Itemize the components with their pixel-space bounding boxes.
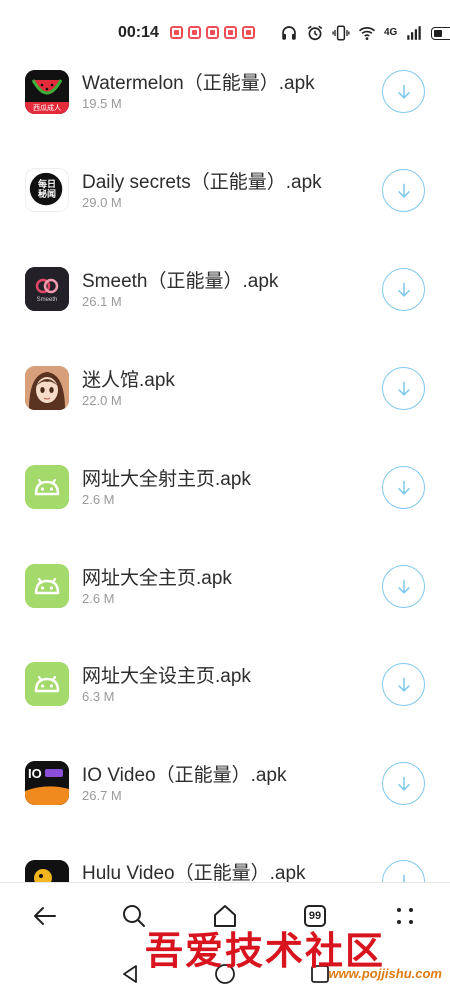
notification-icons — [170, 26, 255, 39]
network-type-label: 4G — [384, 27, 398, 38]
apk-size: 22.0 M — [82, 393, 122, 408]
vibrate-icon — [332, 24, 350, 42]
signal-icon — [405, 24, 423, 42]
android-icon — [25, 662, 69, 706]
nav-back-icon[interactable] — [118, 962, 142, 986]
notification-icon — [206, 26, 219, 39]
list-item[interactable]: 网址大全设主页.apk 6.3 M — [0, 656, 450, 754]
apk-size: 26.7 M — [82, 788, 122, 803]
watermark: 吾爱技术社区 www.pojjishu.com — [145, 920, 450, 990]
list-item[interactable]: Smeeth Smeeth（正能量）.apk 26.1 M — [0, 260, 450, 358]
list-item[interactable]: 每日 秘闻 Daily secrets（正能量）.apk 29.0 M — [0, 162, 450, 260]
apk-name: 迷人馆.apk — [82, 370, 175, 391]
battery-icon — [431, 27, 450, 40]
download-arrow-icon — [397, 677, 410, 692]
apk-size: 29.0 M — [82, 195, 122, 210]
io-video-app-icon: IO — [25, 761, 69, 805]
apk-name: Daily secrets（正能量）.apk — [82, 172, 322, 193]
daily-secrets-icon-label: 每日 秘闻 — [37, 180, 56, 200]
apk-size: 2.6 M — [82, 591, 115, 606]
alarm-icon — [306, 24, 324, 42]
list-item[interactable]: IO IO Video（正能量）.apk 26.7 M — [0, 754, 450, 852]
anime-girl-app-icon — [25, 366, 69, 410]
hulu-video-app-icon — [25, 860, 69, 882]
download-arrow-icon — [397, 776, 410, 791]
apk-list: 西瓜成人 Watermelon（正能量）.apk 19.5 M 每日 秘闻 Da… — [0, 64, 450, 882]
smeeth-icon-label: Smeeth — [36, 297, 58, 303]
download-arrow-icon — [397, 381, 410, 396]
apk-size: 6.3 M — [82, 689, 115, 704]
watermelon-app-icon: 西瓜成人 — [25, 70, 69, 114]
list-item[interactable]: 网址大全主页.apk 2.6 M — [0, 557, 450, 655]
back-arrow-icon[interactable] — [30, 901, 60, 931]
apk-name: 网址大全主页.apk — [82, 568, 232, 589]
list-item[interactable]: Hulu Video（正能量）.apk — [0, 853, 450, 882]
download-arrow-icon — [397, 84, 410, 99]
apk-name: Watermelon（正能量）.apk — [82, 73, 315, 94]
apk-name: 网址大全设主页.apk — [82, 666, 251, 687]
download-arrow-icon — [397, 282, 410, 297]
android-icon — [25, 564, 69, 608]
download-button[interactable] — [382, 169, 425, 212]
download-button[interactable] — [382, 762, 425, 805]
download-button[interactable] — [382, 860, 425, 882]
download-arrow-icon — [397, 183, 410, 198]
apk-size: 2.6 M — [82, 492, 115, 507]
watermark-url: www.pojjishu.com — [328, 966, 442, 981]
download-arrow-icon — [397, 874, 410, 882]
status-icons: 4G — [280, 24, 450, 42]
apk-size: 26.1 M — [82, 294, 122, 309]
apk-name: IO Video（正能量）.apk — [82, 765, 287, 786]
notification-icon — [188, 26, 201, 39]
download-button[interactable] — [382, 268, 425, 311]
io-video-icon-label: IO — [28, 766, 42, 781]
list-item[interactable]: 网址大全射主页.apk 2.6 M — [0, 458, 450, 556]
apk-name: Smeeth（正能量）.apk — [82, 271, 279, 292]
download-button[interactable] — [382, 565, 425, 608]
headphones-icon — [280, 24, 298, 42]
download-button[interactable] — [382, 466, 425, 509]
list-item[interactable]: 西瓜成人 Watermelon（正能量）.apk 19.5 M — [0, 64, 450, 162]
download-button[interactable] — [382, 70, 425, 113]
apk-size: 19.5 M — [82, 96, 122, 111]
list-item[interactable]: 迷人馆.apk 22.0 M — [0, 359, 450, 457]
daily-secrets-app-icon: 每日 秘闻 — [25, 168, 69, 212]
apk-name: Hulu Video（正能量）.apk — [82, 863, 306, 882]
smeeth-app-icon: Smeeth — [25, 267, 69, 311]
download-button[interactable] — [382, 367, 425, 410]
notification-icon — [224, 26, 237, 39]
download-arrow-icon — [397, 480, 410, 495]
status-time: 00:14 — [118, 24, 159, 41]
download-arrow-icon — [397, 579, 410, 594]
notification-icon — [170, 26, 183, 39]
wifi-icon — [358, 24, 376, 42]
watermelon-icon-label: 西瓜成人 — [33, 104, 61, 112]
notification-icon — [242, 26, 255, 39]
android-icon — [25, 465, 69, 509]
status-bar: 00:14 4G — [0, 0, 450, 64]
download-button[interactable] — [382, 663, 425, 706]
apk-name: 网址大全射主页.apk — [82, 469, 251, 490]
